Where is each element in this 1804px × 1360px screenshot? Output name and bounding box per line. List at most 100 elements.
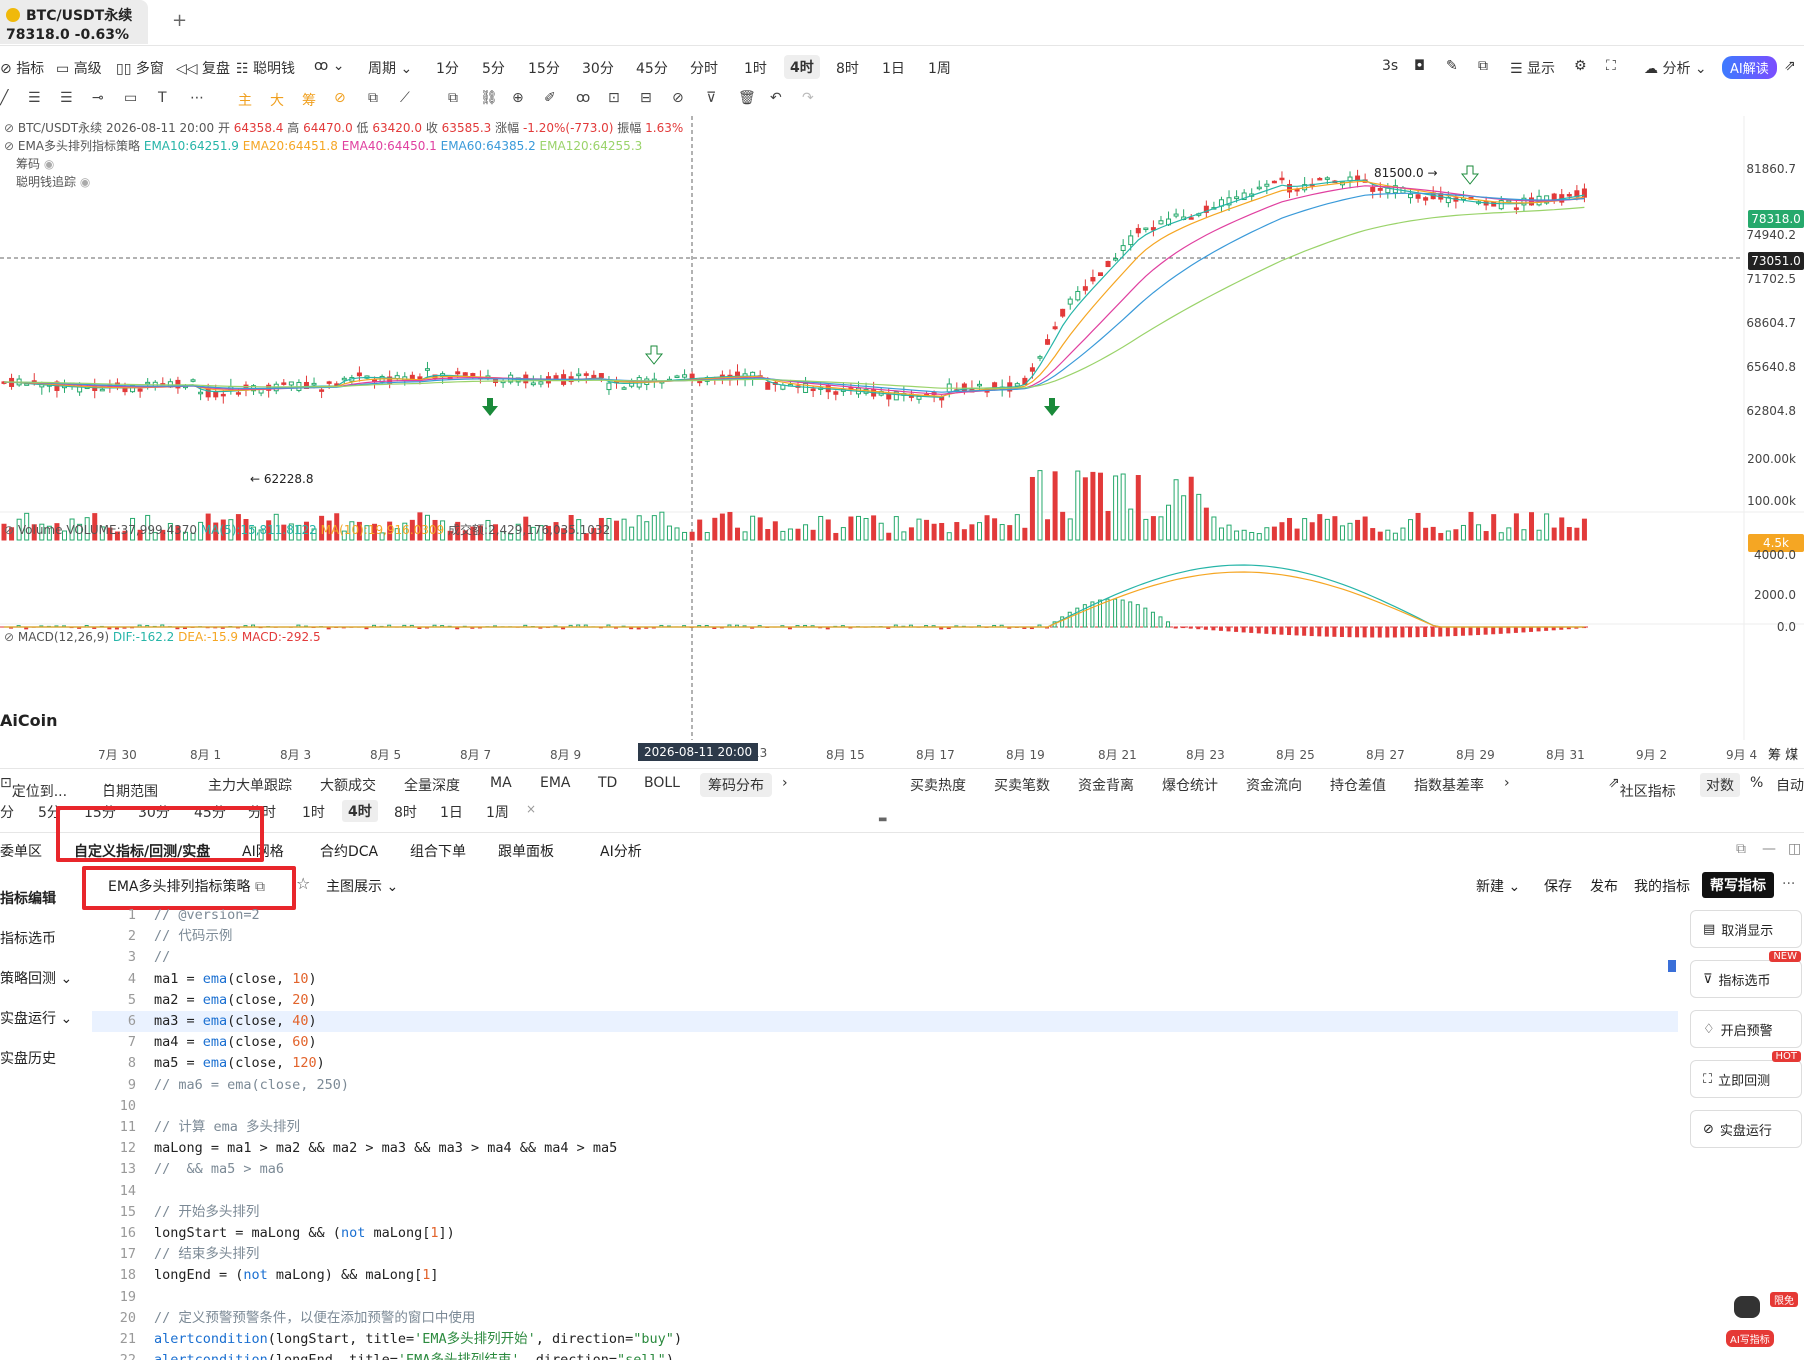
eye-icon[interactable]: ◉ bbox=[80, 175, 90, 189]
ind-depth[interactable]: 全量深度 bbox=[404, 775, 460, 795]
code-line[interactable]: 17 // 结束多头排列 bbox=[92, 1244, 1678, 1265]
code-line[interactable]: 7 ma4 = ema(close, 60) bbox=[92, 1032, 1678, 1053]
code-line[interactable]: 4 ma1 = ema(close, 10) bbox=[92, 969, 1678, 990]
ind-count[interactable]: 买卖笔数 bbox=[994, 775, 1050, 795]
eye-icon[interactable]: ◉ bbox=[44, 157, 54, 171]
refresh-rate[interactable]: 3s bbox=[1382, 58, 1398, 74]
code-line[interactable]: 1 // @version=2 bbox=[92, 905, 1678, 926]
ind-heat[interactable]: 买卖热度 bbox=[910, 775, 966, 795]
ind-ma[interactable]: MA bbox=[490, 775, 512, 791]
tf-row-4h[interactable]: 4时 bbox=[342, 800, 378, 822]
tf-45m[interactable]: 45分 bbox=[636, 58, 668, 78]
settings-icon[interactable]: ⚙ bbox=[1574, 58, 1587, 74]
camera-icon[interactable]: ◘ bbox=[1414, 58, 1425, 74]
robot-icon[interactable] bbox=[1734, 1296, 1760, 1318]
redo-icon[interactable]: ↷ bbox=[802, 90, 814, 106]
code-line[interactable]: 20 // 定义预警预警条件，以便在添加预警的窗口中使用 bbox=[92, 1308, 1678, 1329]
my-indicator-button[interactable]: 我的指标 bbox=[1634, 876, 1690, 896]
undo-icon[interactable]: ↶ bbox=[770, 90, 782, 106]
smart-money-button[interactable]: ☷ 聪明钱 bbox=[236, 58, 295, 78]
code-line[interactable]: 10 bbox=[92, 1096, 1678, 1117]
lock-icon[interactable]: ⊡ bbox=[608, 90, 620, 106]
tf-4h[interactable]: 4时 bbox=[784, 55, 820, 79]
ind-boll[interactable]: BOLL bbox=[644, 775, 680, 791]
action-button[interactable]: ⊽ 指标选币 NEW bbox=[1690, 951, 1802, 998]
minimize-icon[interactable]: — bbox=[1762, 841, 1776, 857]
code-line[interactable]: 16 longStart = maLong && (not maLong[1]) bbox=[92, 1223, 1678, 1244]
export-icon[interactable]: ⇗ bbox=[1784, 58, 1796, 74]
line-tool-icon[interactable]: ╱ bbox=[0, 90, 8, 106]
indicator-button[interactable]: ⊘ 指标 bbox=[0, 58, 44, 78]
maximize-icon[interactable]: ◫ bbox=[1788, 841, 1801, 857]
scrollbar-marker[interactable] bbox=[1668, 960, 1676, 972]
tab-combo-order[interactable]: 组合下单 bbox=[410, 841, 466, 861]
code-line[interactable]: 2 // 代码示例 bbox=[92, 926, 1678, 947]
sidebar-item-edit[interactable]: 指标编辑 bbox=[0, 888, 56, 908]
display-button[interactable]: ☰ 显示 bbox=[1510, 58, 1555, 78]
code-line[interactable]: 12 maLong = ma1 > ma2 && ma2 > ma3 && ma3… bbox=[92, 1138, 1678, 1159]
ind-divergence[interactable]: 资金背离 bbox=[1078, 775, 1134, 795]
rect-tool-icon[interactable]: ▭ bbox=[124, 90, 137, 106]
more-icon[interactable]: ··· bbox=[1782, 876, 1795, 892]
code-line[interactable]: 5 ma2 = ema(close, 20) bbox=[92, 990, 1678, 1011]
more-tools-icon[interactable]: ⋯ bbox=[190, 90, 204, 106]
tf-timeshare[interactable]: 分时 bbox=[690, 58, 718, 78]
main-force-toggle[interactable]: 主 bbox=[238, 90, 252, 110]
brush-icon[interactable]: ✐ bbox=[544, 90, 556, 106]
multiwindow-button[interactable]: ▯▯ 多窗 bbox=[116, 58, 164, 78]
tf-row-1d[interactable]: 1日 bbox=[440, 802, 463, 822]
ind-fund-flow[interactable]: 资金流向 bbox=[1246, 775, 1302, 795]
ray-tool-icon[interactable]: ⊸ bbox=[92, 90, 104, 106]
action-button[interactable]: ♢ 开启预警 bbox=[1690, 1010, 1802, 1048]
chevron-right-icon[interactable]: › bbox=[782, 775, 788, 791]
star-icon[interactable]: ☆ bbox=[296, 874, 310, 893]
tf-8h[interactable]: 8时 bbox=[836, 58, 859, 78]
code-editor[interactable]: 1 // @version=2 2 // 代码示例 3 // 4 ma1 = ema(clos… bbox=[92, 905, 1678, 1360]
code-line[interactable]: 18 longEnd = (not maLong) && maLong[1] bbox=[92, 1265, 1678, 1286]
tf-15m[interactable]: 15分 bbox=[528, 58, 560, 78]
add-tab-button[interactable]: + bbox=[172, 10, 187, 31]
copy-icon[interactable]: ⧉ bbox=[448, 90, 458, 106]
auto-toggle[interactable]: 自动 bbox=[1776, 775, 1804, 795]
fullscreen-icon[interactable]: ⛶ bbox=[1606, 58, 1616, 74]
tab-order-area[interactable]: 委单区 bbox=[0, 841, 42, 861]
close-icon[interactable]: × bbox=[526, 802, 536, 816]
symbol-tab[interactable]: BTC/USDT永续 78318.0 -0.63% bbox=[0, 0, 148, 44]
code-line[interactable]: 11 // 计算 ema 多头排列 bbox=[92, 1117, 1678, 1138]
hline-tool-icon[interactable]: ☰ bbox=[28, 90, 41, 106]
tf-row-1m[interactable]: 分 bbox=[0, 802, 14, 822]
ind-main-force[interactable]: 主力大单跟踪 bbox=[208, 775, 292, 795]
tf-row-8h[interactable]: 8时 bbox=[394, 802, 417, 822]
zoom-icon[interactable]: ⊕ bbox=[512, 90, 524, 106]
filter-icon[interactable]: ⊽ bbox=[706, 90, 716, 106]
ruler-tool-icon[interactable]: ⟋ bbox=[400, 90, 410, 106]
action-button[interactable]: ⊘ 实盘运行 bbox=[1690, 1110, 1802, 1148]
code-line[interactable]: 15 // 开始多头排列 bbox=[92, 1202, 1678, 1223]
pen-icon[interactable]: ✎ bbox=[1446, 58, 1458, 74]
link-icon[interactable]: ⛓ bbox=[480, 90, 498, 106]
tf-30m[interactable]: 30分 bbox=[582, 58, 614, 78]
log-toggle[interactable]: 对数 bbox=[1700, 773, 1740, 797]
code-line[interactable]: 9 // ma6 = ema(close, 250) bbox=[92, 1075, 1678, 1096]
ind-td[interactable]: TD bbox=[598, 775, 617, 791]
publish-button[interactable]: 发布 bbox=[1590, 876, 1618, 896]
panel-collapse-icon[interactable]: ▬ bbox=[878, 814, 887, 825]
tab-ai-analysis[interactable]: AI分析 bbox=[600, 841, 642, 861]
chart-canvas[interactable] bbox=[0, 116, 1804, 766]
magnet-icon[interactable]: ꝏ bbox=[576, 90, 590, 106]
tf-row-1h[interactable]: 1时 bbox=[302, 802, 325, 822]
tab-dca[interactable]: 合约DCA bbox=[320, 841, 378, 861]
code-line[interactable]: 6 ma3 = ema(close, 40) bbox=[92, 1011, 1678, 1032]
tf-5m[interactable]: 5分 bbox=[482, 58, 505, 78]
ema-legend[interactable]: ⊘ EMA多头排列指标策略 EMA10:64251.9 EMA20:64451.… bbox=[4, 137, 642, 154]
help-write-button[interactable]: 帮写指标 bbox=[1702, 872, 1774, 898]
tf-1m[interactable]: 1分 bbox=[436, 58, 459, 78]
sidebar-item-select[interactable]: 指标选币 bbox=[0, 928, 56, 948]
code-line[interactable]: 22 alertcondition(longEnd, title='EMA多头排列… bbox=[92, 1350, 1678, 1360]
popout-icon[interactable]: ⧉ bbox=[1736, 841, 1746, 857]
code-line[interactable]: 21 alertcondition(longStart, title='EMA多头… bbox=[92, 1329, 1678, 1350]
chip-toggle[interactable]: 筹 bbox=[302, 90, 316, 110]
action-button[interactable]: ▤ 取消显示 bbox=[1690, 910, 1802, 948]
measure-tool-icon[interactable]: ⧉ bbox=[368, 90, 378, 106]
sidebar-item-backtest[interactable]: 策略回测 ⌄ bbox=[0, 968, 72, 988]
